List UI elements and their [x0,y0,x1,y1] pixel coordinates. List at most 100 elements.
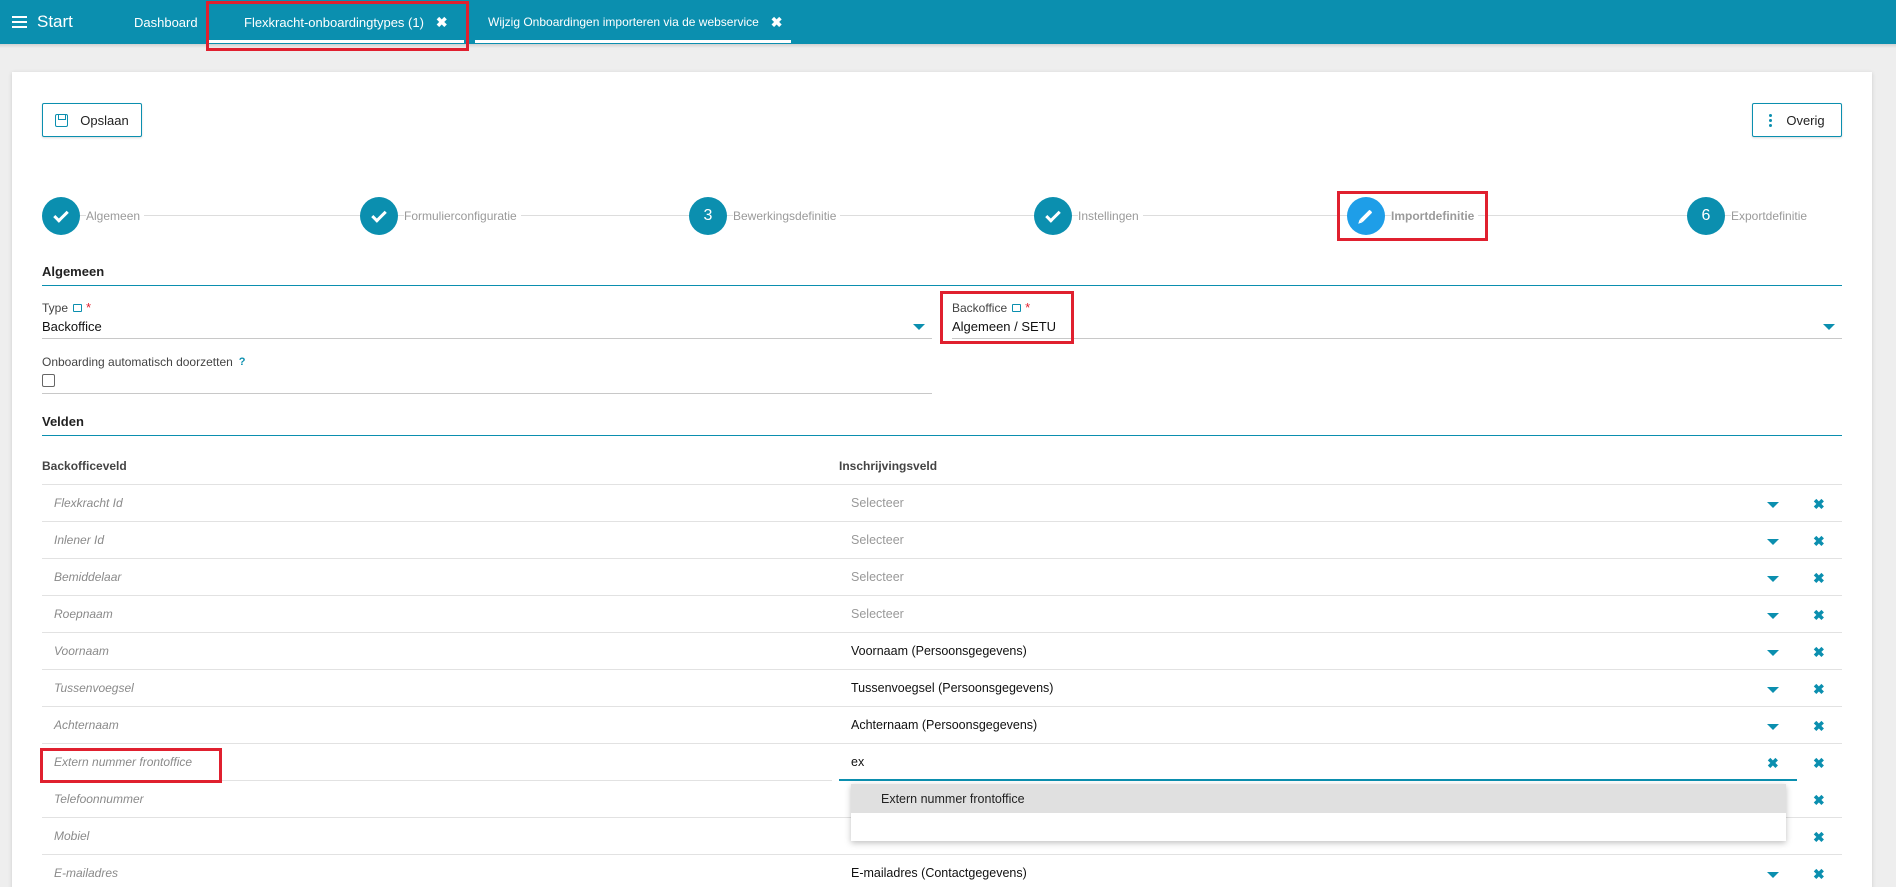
autocomplete-option[interactable]: Extern nummer frontoffice [851,784,1786,813]
step-algemeen[interactable]: Algemeen [42,197,145,235]
row-divider [42,558,1842,559]
remove-row-icon[interactable]: ✖ [1813,756,1825,770]
remove-row-icon[interactable]: ✖ [1813,608,1825,622]
book-icon [1012,303,1022,312]
backoffice-select[interactable]: Algemeen / SETU [952,319,1056,334]
auto-label-text: Onboarding automatisch doorzetten [42,355,233,369]
column-header-backofficeveld: Backofficeveld [42,459,127,473]
chevron-down-icon[interactable] [1767,872,1779,878]
save-button-label: Opslaan [80,112,129,128]
main-card [12,72,1872,887]
close-icon[interactable]: ✖ [771,14,783,31]
chevron-down-icon[interactable] [1823,324,1835,330]
backoffice-field-name: Tussenvoegsel [54,681,134,695]
required-marker: * [1025,300,1031,315]
hamburger-icon [12,16,27,28]
row-divider [42,521,1842,522]
remove-row-icon[interactable]: ✖ [1813,497,1825,511]
top-bar: Start Dashboard Flexkracht-onboardingtyp… [0,0,1896,48]
remove-row-icon[interactable]: ✖ [1813,830,1825,844]
chevron-down-icon[interactable] [1767,502,1779,508]
floppy-icon [55,113,69,127]
clear-input-icon[interactable]: ✖ [1767,756,1779,770]
chevron-down-icon[interactable] [1767,539,1779,545]
backoffice-field-label: Backoffice * [952,300,1030,315]
backoffice-field-name: Flexkracht Id [54,496,123,510]
backoffice-field-name: Voornaam [54,644,109,658]
row-divider [42,706,1842,707]
backoffice-field-name: Inlener Id [54,533,105,547]
book-icon [73,303,83,312]
remove-row-icon[interactable]: ✖ [1813,867,1825,881]
inschrijving-select[interactable]: Achternaam (Persoonsgegevens) [851,718,1037,732]
chevron-down-icon[interactable] [1767,687,1779,693]
row-divider [42,743,1842,744]
step-label: Exportdefinitie [1731,209,1812,223]
step-circle: 6 [1687,197,1725,235]
step-bewerkingsdefinitie[interactable]: 3 Bewerkingsdefinitie [689,197,841,235]
inschrijving-select[interactable]: E-mailadres (Contactgegevens) [851,866,1027,880]
close-icon[interactable]: ✖ [436,14,448,31]
inschrijving-select[interactable]: Voornaam (Persoonsgegevens) [851,644,1027,658]
overig-button-label: Overig [1786,112,1825,128]
inschrijving-select[interactable]: Selecteer [851,533,904,547]
backoffice-field-name: Mobiel [54,829,90,843]
step-formulierconfiguratie[interactable]: Formulierconfiguratie [360,197,521,235]
table-header-divider [42,484,1842,485]
remove-row-icon[interactable]: ✖ [1813,682,1825,696]
remove-row-icon[interactable]: ✖ [1813,534,1825,548]
backoffice-field-name: Roepnaam [54,607,113,621]
backoffice-label-text: Backoffice [952,300,1008,315]
row-divider [42,780,832,781]
remove-row-icon[interactable]: ✖ [1813,645,1825,659]
chevron-down-icon[interactable] [1767,576,1779,582]
backoffice-field-underline [952,338,1842,339]
start-label: Start [37,12,73,31]
remove-row-icon[interactable]: ✖ [1813,719,1825,733]
tab-dashboard[interactable]: Dashboard [134,0,198,44]
remove-row-icon[interactable]: ✖ [1813,571,1825,585]
chevron-down-icon[interactable] [1767,724,1779,730]
inschrijving-search-input[interactable]: ex [851,755,864,769]
overig-button[interactable]: Overig [1752,103,1842,137]
backoffice-field-name: E-mailadres [54,866,119,880]
step-instellingen[interactable]: Instellingen [1034,197,1143,235]
type-select[interactable]: Backoffice [42,319,102,334]
backoffice-field-name: Extern nummer frontoffice [54,755,193,769]
auto-field-underline [42,393,932,394]
active-tab-indicator [206,40,464,43]
tab-underline [475,40,791,43]
inschrijving-select[interactable]: Selecteer [851,570,904,584]
step-label: Formulierconfiguratie [404,209,521,223]
active-input-underline [839,779,1797,781]
tab-flexkracht-onboardingtypes[interactable]: Flexkracht-onboardingtypes (1) ✖ [244,0,448,44]
step-label: Bewerkingsdefinitie [733,209,841,223]
start-menu-button[interactable]: Start [12,11,73,33]
tab-wijzig-label: Wijzig Onboardingen importeren via de we… [488,15,759,29]
chevron-down-icon[interactable] [1767,613,1779,619]
chevron-down-icon[interactable] [1767,650,1779,656]
step-circle [360,197,398,235]
type-field-underline [42,338,932,339]
required-marker: * [86,300,92,315]
check-icon [53,206,69,223]
remove-row-icon[interactable]: ✖ [1813,793,1825,807]
step-circle: 3 [689,197,727,235]
step-circle [42,197,80,235]
inschrijving-select[interactable]: Selecteer [851,496,904,510]
save-button[interactable]: Opslaan [42,103,142,137]
step-importdefinitie[interactable]: Importdefinitie [1347,197,1479,235]
column-header-inschrijvingsveld: Inschrijvingsveld [839,459,938,473]
step-circle [1347,197,1385,235]
step-circle [1034,197,1072,235]
auto-doorzetten-checkbox[interactable] [42,374,55,387]
inschrijving-select[interactable]: Tussenvoegsel (Persoonsgegevens) [851,681,1053,695]
chevron-down-icon[interactable] [913,324,925,330]
inschrijving-select[interactable]: Selecteer [851,607,904,621]
stepper-line [60,215,1790,216]
section-divider [42,285,1842,286]
tab-wijzig-onboardingen[interactable]: Wijzig Onboardingen importeren via de we… [488,0,783,44]
help-icon[interactable]: ? [239,356,246,368]
section-title-velden: Velden [42,414,84,429]
step-exportdefinitie[interactable]: 6 Exportdefinitie [1687,197,1812,235]
